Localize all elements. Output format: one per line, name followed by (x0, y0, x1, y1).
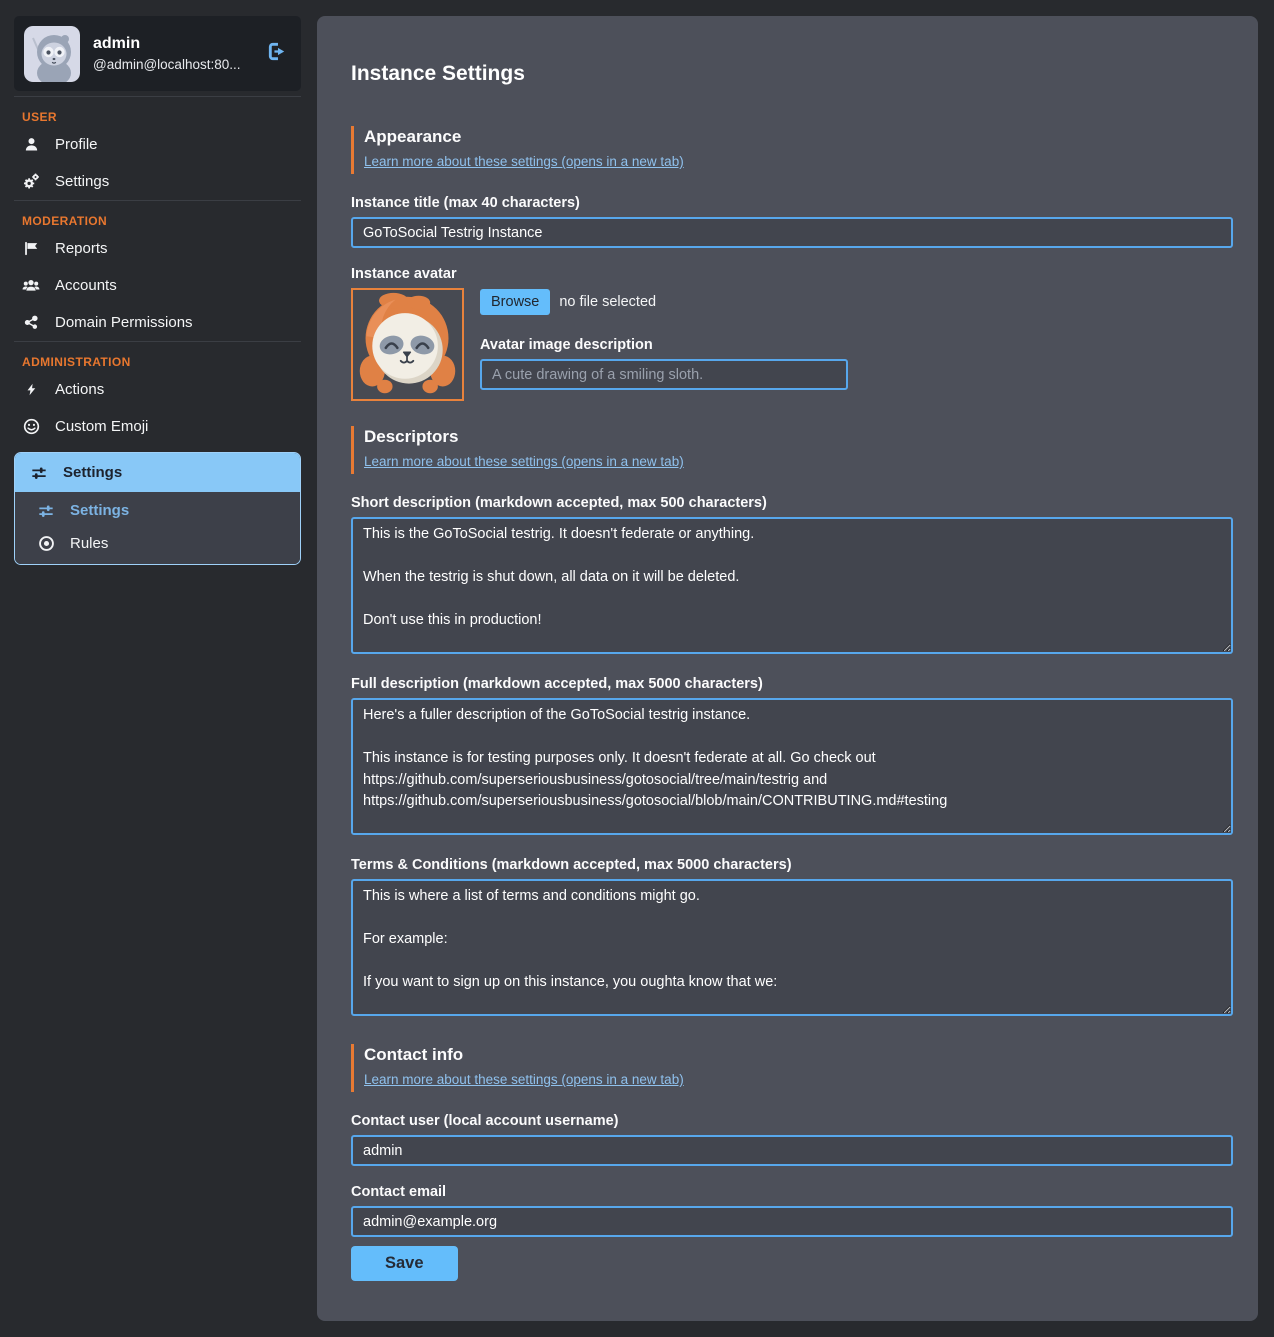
sidebar-item-label: Custom Emoji (55, 418, 148, 435)
sidebar-item-accounts[interactable]: Accounts (14, 267, 301, 304)
user-avatar (24, 26, 80, 82)
user-handle: @admin@localhost:80... (93, 57, 240, 72)
short-description-textarea[interactable] (351, 517, 1233, 654)
sidebar-item-label: Profile (55, 136, 98, 153)
user-card[interactable]: admin @admin@localhost:80... (14, 16, 301, 91)
sidebar-item-user-settings[interactable]: Settings (14, 163, 301, 200)
avatar-controls: Browse no file selected Avatar image des… (480, 288, 848, 401)
contact-user-field: Contact user (local account username) (351, 1113, 1233, 1166)
gears-icon (22, 173, 40, 190)
contact-email-input[interactable] (351, 1206, 1233, 1237)
user-meta: admin @admin@localhost:80... (93, 35, 240, 72)
sloth-avatar-icon (24, 26, 80, 82)
sidebar-item-label: Domain Permissions (55, 314, 193, 331)
smiley-icon (22, 418, 40, 435)
contact-user-label: Contact user (local account username) (351, 1113, 1233, 1129)
nav-category-moderation: MODERATION (14, 201, 301, 230)
users-icon (22, 277, 40, 294)
instance-title-input[interactable] (351, 217, 1233, 248)
appearance-learn-more-link[interactable]: Learn more about these settings (opens i… (364, 154, 684, 169)
appearance-section-header: Appearance Learn more about these settin… (351, 126, 1233, 174)
sidebar: admin @admin@localhost:80... USER (0, 0, 317, 565)
sidebar-item-label: Settings (63, 464, 122, 481)
bolt-icon (22, 381, 40, 398)
appearance-heading: Appearance (364, 127, 1233, 147)
instance-avatar-label: Instance avatar (351, 266, 1233, 282)
contact-user-input[interactable] (351, 1135, 1233, 1166)
instance-title-field: Instance title (max 40 characters) (351, 195, 1233, 248)
instance-settings-panel: Instance Settings Appearance Learn more … (317, 16, 1258, 1321)
user-name: admin (93, 35, 240, 53)
save-button[interactable]: Save (351, 1246, 458, 1281)
contact-email-label: Contact email (351, 1184, 1233, 1200)
app: admin @admin@localhost:80... USER (0, 0, 1274, 1337)
flag-icon (22, 240, 40, 257)
contact-learn-more-link[interactable]: Learn more about these settings (opens i… (364, 1072, 684, 1087)
sidebar-item-domain-permissions[interactable]: Domain Permissions (14, 304, 301, 341)
descriptors-heading: Descriptors (364, 427, 1233, 447)
sliders-icon (30, 465, 48, 481)
dot-circle-icon (37, 535, 55, 552)
sign-out-icon[interactable] (266, 40, 289, 68)
terms-label: Terms & Conditions (markdown accepted, m… (351, 857, 1233, 873)
browse-button[interactable]: Browse (480, 289, 550, 315)
instance-avatar-image (351, 288, 464, 401)
file-status-text: no file selected (559, 294, 656, 310)
contact-email-field: Contact email (351, 1184, 1233, 1237)
full-description-label: Full description (markdown accepted, max… (351, 676, 1233, 692)
share-nodes-icon (22, 314, 40, 331)
sidebar-item-admin-settings[interactable]: Settings (15, 453, 300, 492)
user-icon (22, 136, 40, 153)
sidebar-nav: USER Profile (14, 96, 301, 565)
sidebar-item-label: Actions (55, 381, 104, 398)
nav-category-administration: ADMINISTRATION (14, 342, 301, 371)
sidebar-item-reports[interactable]: Reports (14, 230, 301, 267)
sidebar-item-label: Accounts (55, 277, 117, 294)
descriptors-learn-more-link[interactable]: Learn more about these settings (opens i… (364, 454, 684, 469)
full-description-textarea[interactable] (351, 698, 1233, 835)
instance-title-label: Instance title (max 40 characters) (351, 195, 1233, 211)
contact-heading: Contact info (364, 1045, 1233, 1065)
submenu-item-settings[interactable]: Settings (15, 494, 300, 527)
contact-section-header: Contact info Learn more about these sett… (351, 1044, 1233, 1092)
sidebar-item-profile[interactable]: Profile (14, 126, 301, 163)
sloth-avatar-orange-icon (353, 290, 462, 399)
avatar-description-input[interactable] (480, 359, 848, 390)
settings-selected-block: Settings Settings (14, 452, 301, 565)
submenu-item-label: Rules (70, 535, 108, 552)
submenu-item-label: Settings (70, 502, 129, 519)
sidebar-item-actions[interactable]: Actions (14, 371, 301, 408)
descriptors-section-header: Descriptors Learn more about these setti… (351, 426, 1233, 474)
terms-field: Terms & Conditions (markdown accepted, m… (351, 857, 1233, 1016)
sliders-icon (37, 503, 55, 519)
short-description-label: Short description (markdown accepted, ma… (351, 495, 1233, 511)
page-title: Instance Settings (351, 62, 1233, 86)
submenu-item-rules[interactable]: Rules (15, 527, 300, 560)
settings-submenu: Settings Rules (15, 492, 300, 564)
instance-avatar-block: Instance avatar (351, 266, 1233, 401)
sidebar-item-label: Settings (55, 173, 109, 190)
terms-textarea[interactable] (351, 879, 1233, 1016)
short-description-field: Short description (markdown accepted, ma… (351, 495, 1233, 654)
sidebar-item-custom-emoji[interactable]: Custom Emoji (14, 408, 301, 445)
sidebar-item-label: Reports (55, 240, 108, 257)
nav-category-user: USER (14, 97, 301, 126)
avatar-description-label: Avatar image description (480, 337, 848, 353)
full-description-field: Full description (markdown accepted, max… (351, 676, 1233, 835)
